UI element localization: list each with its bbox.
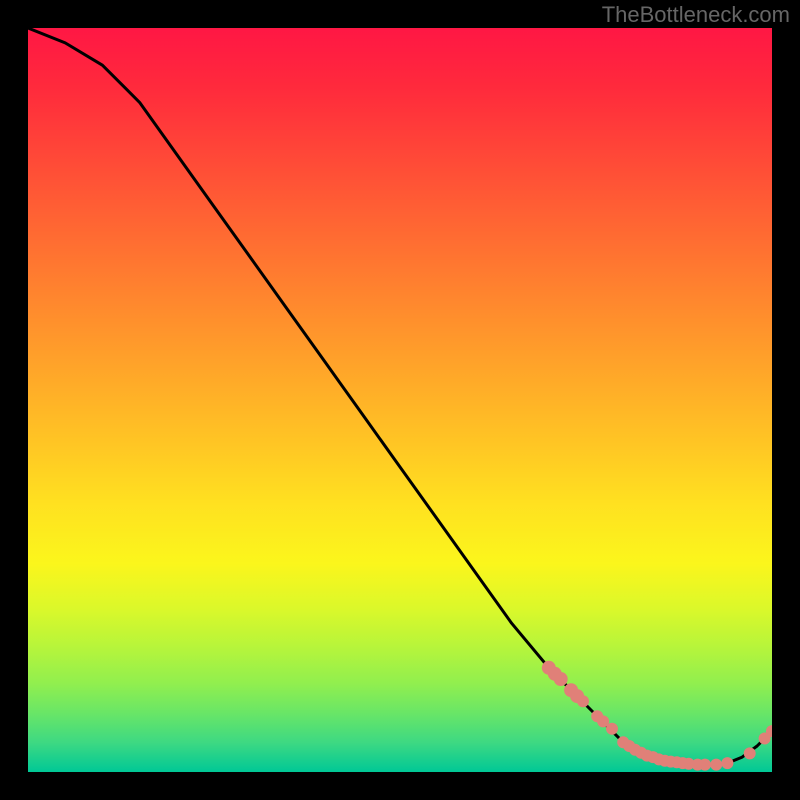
watermark-text: TheBottleneck.com (602, 2, 790, 28)
data-marker (577, 695, 589, 707)
data-marker (606, 723, 618, 735)
data-marker (699, 759, 711, 771)
data-marker (710, 759, 722, 771)
bottleneck-curve (28, 28, 772, 765)
data-marker (721, 757, 733, 769)
plot-area (28, 28, 772, 772)
data-marker (744, 747, 756, 759)
chart-container: TheBottleneck.com (0, 0, 800, 800)
curve-svg (28, 28, 772, 772)
data-marker (554, 672, 568, 686)
data-markers (542, 661, 772, 771)
